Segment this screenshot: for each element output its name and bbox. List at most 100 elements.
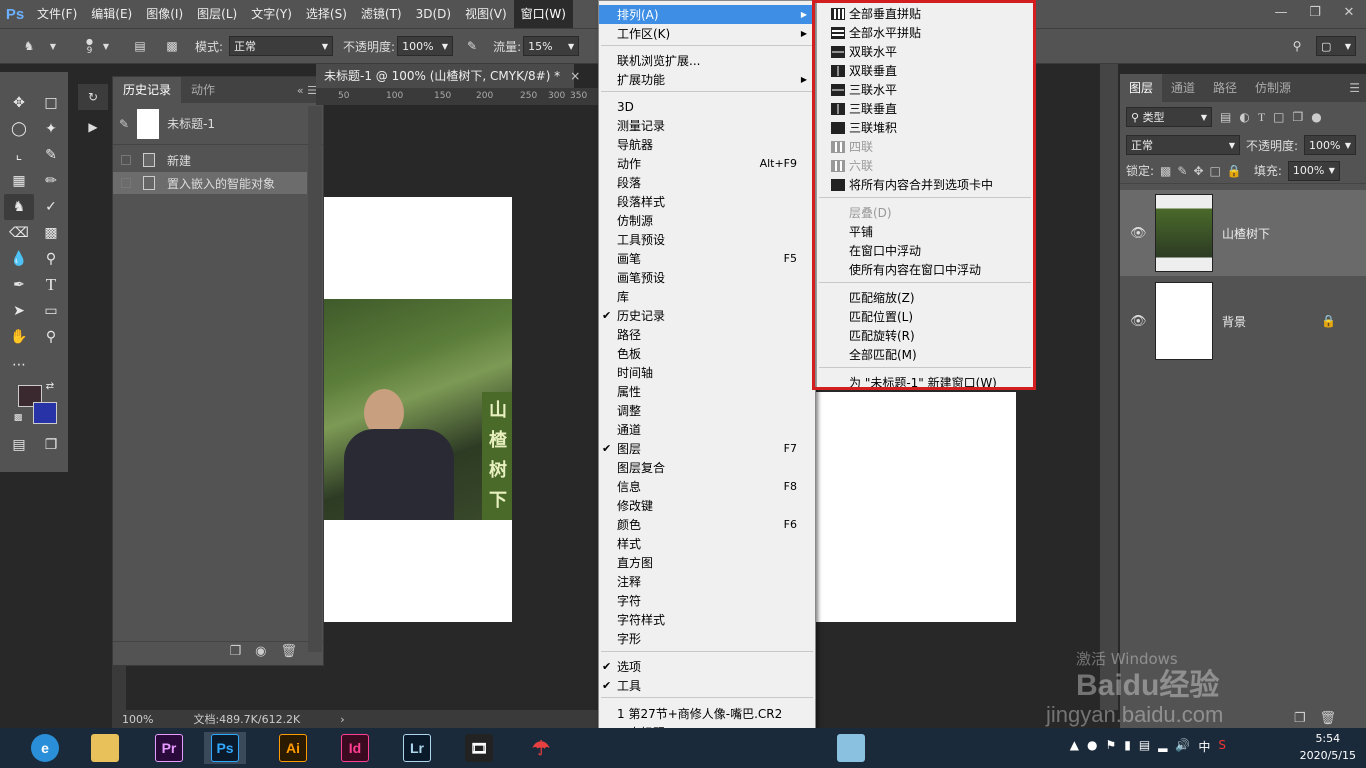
window-menu-item[interactable]: 时间轴: [599, 363, 815, 382]
hand-tool-icon[interactable]: ✋: [4, 324, 34, 350]
window-menu-item[interactable]: 画笔预设: [599, 268, 815, 287]
zoom-tool-icon[interactable]: ⚲: [36, 324, 66, 350]
path-select-tool-icon[interactable]: ➤: [4, 298, 34, 324]
window-menu-item[interactable]: 扩展功能 ▶: [599, 70, 815, 89]
pen-tool-icon[interactable]: ✒: [4, 272, 34, 298]
document-tab[interactable]: 未标题-1 @ 100% (山楂树下, CMYK/8#) * ×: [316, 64, 580, 88]
crop-tool-icon[interactable]: ⌞: [4, 142, 34, 168]
zoom-level[interactable]: 100%: [122, 713, 153, 726]
pressure-opacity-icon[interactable]: ✎: [461, 35, 483, 57]
clock[interactable]: 5:54 2020/5/15: [1300, 730, 1356, 764]
arrange-menu-item[interactable]: 双联垂直: [817, 61, 1033, 80]
signal-icon[interactable]: ▂: [1158, 738, 1167, 755]
layer-fill-input[interactable]: 100% ▼: [1287, 160, 1340, 181]
window-menu-item[interactable]: 1 第27节+商修人像-嘴巴.CR2: [599, 704, 815, 723]
window-menu-item[interactable]: 工作区(K) ▶: [599, 24, 815, 43]
blend-mode-select[interactable]: 正常 ▼: [1126, 135, 1240, 155]
window-menu-item[interactable]: 动作 Alt+F9: [599, 154, 815, 173]
film-app-icon[interactable]: 🎞: [458, 732, 500, 764]
notepad-app-icon[interactable]: [830, 732, 872, 764]
network-icon[interactable]: ▤: [1139, 738, 1150, 755]
gradient-tool-icon[interactable]: ▩: [36, 220, 66, 246]
menu-view[interactable]: 视图(V): [458, 0, 514, 28]
type-filter-icon[interactable]: T: [1258, 110, 1265, 125]
menu-window[interactable]: 窗口(W): [513, 0, 573, 28]
lock-position-icon[interactable]: ✥: [1193, 164, 1203, 178]
brush-size[interactable]: ● 9: [86, 37, 93, 56]
browser-icon[interactable]: e: [24, 732, 66, 764]
arrange-menu-item[interactable]: 三联垂直: [817, 99, 1033, 118]
arrange-menu-item[interactable]: 全部垂直拼贴: [817, 4, 1033, 23]
window-menu-item[interactable]: 段落样式: [599, 192, 815, 211]
window-menu-item[interactable]: 3D: [599, 97, 815, 116]
window-menu-item[interactable]: 联机浏览扩展...: [599, 51, 815, 70]
lock-pixels-icon[interactable]: ▩: [1160, 164, 1171, 178]
premiere-icon[interactable]: Pr: [148, 732, 190, 764]
menu-3d[interactable]: 3D(D): [409, 0, 458, 28]
doc-info[interactable]: 文档:489.7K/612.2K: [193, 711, 300, 727]
layer-filter-select[interactable]: ⚲ 类型 ▼: [1126, 107, 1212, 127]
arrange-menu-item[interactable]: 在窗口中浮动: [817, 241, 1033, 260]
lightroom-icon[interactable]: Lr: [396, 732, 438, 764]
checkbox[interactable]: [121, 178, 131, 188]
window-menu-item[interactable]: 属性: [599, 382, 815, 401]
history-brush-tool-icon[interactable]: ✓: [36, 194, 66, 220]
lock-all-icon[interactable]: 🔒: [1227, 164, 1242, 178]
brush-tool-icon[interactable]: ✏: [36, 168, 66, 194]
window-menu-item[interactable]: 测量记录: [599, 116, 815, 135]
layer-row[interactable]: 👁 背景 🔒: [1120, 278, 1366, 364]
clone-stamp-icon[interactable]: ♞: [18, 35, 40, 57]
swap-colors-icon[interactable]: ⇄: [40, 378, 60, 394]
more-tools-icon[interactable]: ⋯: [4, 352, 34, 378]
window-menu-item[interactable]: ✔ 图层 F7: [599, 439, 815, 458]
menu-select[interactable]: 选择(S): [299, 0, 354, 28]
window-menu-item[interactable]: ✔ 选项: [599, 657, 815, 676]
tab-paths[interactable]: 路径: [1204, 74, 1246, 102]
menu-layer[interactable]: 图层(L): [190, 0, 244, 28]
photoshop-taskbar-icon[interactable]: Ps: [204, 732, 246, 764]
window-menu-item[interactable]: ✔ 工具: [599, 676, 815, 695]
healing-brush-tool-icon[interactable]: ▦: [4, 168, 34, 194]
minimize-icon[interactable]: —: [1264, 0, 1298, 24]
tab-channels[interactable]: 通道: [1162, 74, 1204, 102]
close-icon[interactable]: ✕: [1332, 0, 1366, 24]
file-explorer-icon[interactable]: [84, 732, 126, 764]
history-item[interactable]: 置入嵌入的智能对象: [113, 172, 307, 194]
window-menu-item[interactable]: 段落: [599, 173, 815, 192]
window-menu-item[interactable]: 修改键: [599, 496, 815, 515]
menu-filter[interactable]: 滤镜(T): [354, 0, 409, 28]
window-menu-item[interactable]: 排列(A) ▶: [599, 5, 815, 24]
checkbox[interactable]: [121, 155, 131, 165]
window-menu-item[interactable]: 路径: [599, 325, 815, 344]
tab-actions[interactable]: 动作: [181, 77, 225, 103]
arrange-menu-item[interactable]: 为 "未标题-1" 新建窗口(W): [817, 373, 1033, 392]
window-menu-item[interactable]: 样式: [599, 534, 815, 553]
eye-icon[interactable]: 👁: [1130, 314, 1147, 329]
volume-icon[interactable]: 🔊: [1175, 738, 1190, 755]
shape-filter-icon[interactable]: □: [1273, 110, 1284, 124]
eraser-tool-icon[interactable]: ⌫: [4, 220, 34, 246]
window-menu-item[interactable]: 库: [599, 287, 815, 306]
menu-image[interactable]: 图像(I): [139, 0, 190, 28]
tab-clone-source[interactable]: 仿制源: [1246, 74, 1300, 102]
history-item[interactable]: 新建: [113, 149, 307, 171]
arrange-menu-item[interactable]: 全部水平拼贴: [817, 23, 1033, 42]
arrange-menu-item[interactable]: 三联堆积: [817, 118, 1033, 137]
window-menu-item[interactable]: 颜色 F6: [599, 515, 815, 534]
eyedropper-tool-icon[interactable]: ✎: [36, 142, 66, 168]
dodge-tool-icon[interactable]: ⚲: [36, 246, 66, 272]
actions-panel-icon[interactable]: ▶: [78, 114, 108, 140]
flow-input[interactable]: 15% ▼: [523, 36, 580, 56]
tab-history[interactable]: 历史记录: [113, 77, 182, 103]
window-menu-item[interactable]: 直方图: [599, 553, 815, 572]
battery-icon[interactable]: ▮: [1124, 738, 1131, 755]
qq-icon[interactable]: ●: [1087, 738, 1097, 755]
search-icon[interactable]: ⚲: [1286, 35, 1308, 57]
brush-picker-chevron-icon[interactable]: ▼: [95, 35, 117, 57]
sogou-icon[interactable]: S: [1218, 738, 1226, 755]
filter-toggle-icon[interactable]: ●: [1311, 110, 1321, 124]
screen-mode-icon[interactable]: ❐: [36, 432, 66, 458]
new-document-from-state-icon[interactable]: ❐: [229, 644, 241, 659]
rectangle-tool-icon[interactable]: ▭: [36, 298, 66, 324]
history-snapshot[interactable]: ✎ 未标题-1: [113, 103, 323, 145]
